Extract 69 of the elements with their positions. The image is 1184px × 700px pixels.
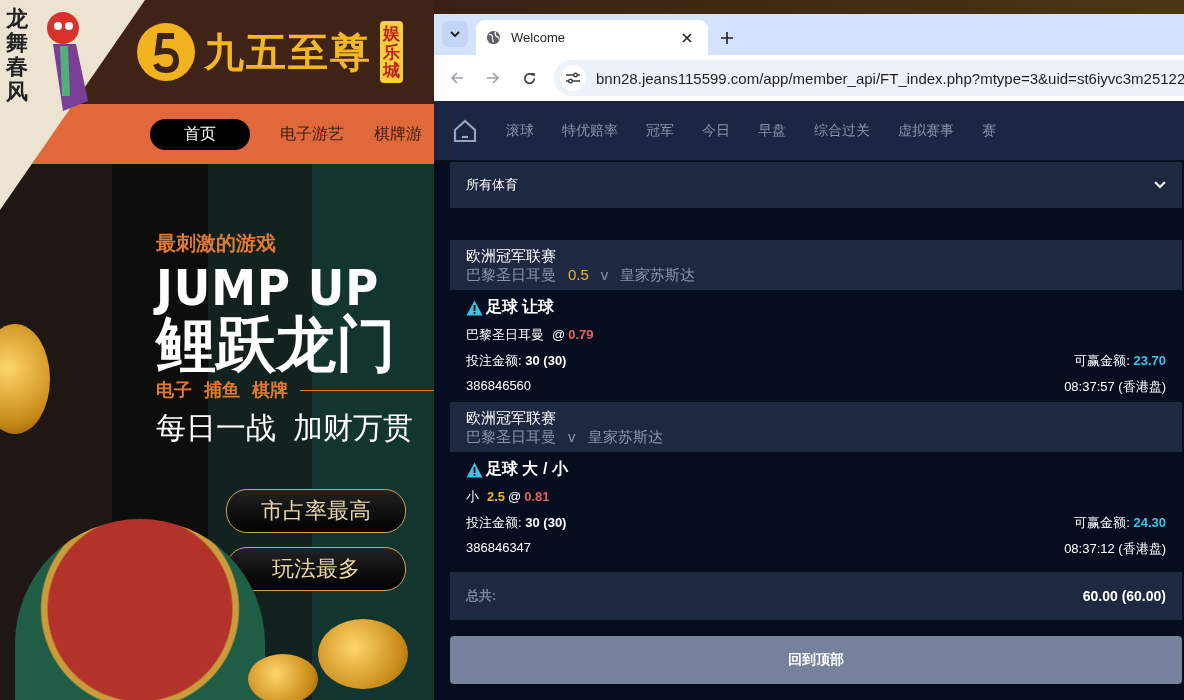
app-nav-item[interactable]: 虚拟赛事 [898, 121, 954, 140]
sport-select[interactable]: 所有体育 [450, 162, 1182, 208]
back-to-top-button[interactable]: 回到顶部 [450, 636, 1182, 684]
app-nav-item[interactable]: 综合过关 [814, 121, 870, 140]
warning-icon [466, 299, 483, 316]
team-name: 巴黎圣日耳曼 [466, 266, 556, 285]
home-icon[interactable] [452, 117, 478, 144]
banner-category: 捕鱼 [204, 379, 240, 402]
address-field[interactable]: bnn28.jeans115599.com/app/member_api/FT_index.php?mtype=3&uid=st6iyvc3m25122 [554, 60, 1184, 96]
banner-category: 电子 [156, 379, 192, 402]
league-name: 欧洲冠军联赛 [466, 247, 557, 266]
total-value: 60.00 (60.00) [1082, 588, 1166, 604]
reload-icon [521, 70, 537, 86]
bet-selection: 巴黎圣日耳曼 [466, 326, 544, 344]
bet-time: 08:37:12 (香港盘) [1064, 540, 1166, 558]
at-sign: @ [508, 489, 522, 504]
team-name: 皇家苏斯达 [587, 428, 663, 447]
versus-label: v [600, 266, 609, 285]
logo-icon [136, 22, 196, 82]
nav-item[interactable]: 首页 [150, 118, 250, 150]
bet-time: 08:37:57 (香港盘) [1064, 378, 1166, 396]
banner-category: 棋牌 [252, 379, 288, 402]
vertical-slogan: 龙舞春风 [6, 6, 28, 103]
team-name: 巴黎圣日耳曼 [466, 428, 556, 447]
warning-icon [466, 461, 483, 478]
market-name: 足球 让球 [486, 297, 555, 317]
stake-text: 投注金额: 30 (30) [466, 352, 567, 370]
market-name: 足球 大 / 小 [486, 459, 568, 479]
plus-icon [721, 32, 733, 44]
site-info-button[interactable] [560, 65, 586, 91]
league-name: 欧洲冠军联赛 [466, 409, 557, 428]
logo-badge: 娱乐城 [380, 20, 403, 84]
logo-name: 九五至尊 [204, 26, 372, 77]
nav-item[interactable]: 电子游艺 [280, 118, 344, 150]
app-nav-item[interactable]: 特优赔率 [562, 121, 618, 140]
win-amount-text: 可赢金额: 24.30 [1074, 514, 1166, 532]
app-nav-item[interactable]: 早盘 [758, 121, 786, 140]
bet-selection: 小 [466, 488, 479, 506]
app-nav-item[interactable]: 滚球 [506, 121, 534, 140]
arrow-left-icon [450, 71, 464, 85]
chevron-down-icon [450, 31, 460, 37]
globe-icon [486, 30, 501, 45]
tab-list-button[interactable] [442, 21, 468, 47]
app-nav-item[interactable]: 赛 [982, 121, 996, 140]
at-sign: @ [552, 327, 566, 342]
banner-button[interactable]: 市占率最高 [226, 489, 406, 533]
nav-item[interactable]: 棋牌游 [374, 118, 422, 150]
win-amount-text: 可赢金额: 23.70 [1074, 352, 1166, 370]
banner-slogan: 每日一战 加财万贯 [156, 410, 414, 446]
app-nav-item[interactable]: 今日 [702, 121, 730, 140]
banner-kicker: 最刺激的游戏 [156, 231, 277, 256]
total-label: 总共: [466, 587, 497, 605]
bet-line: 2.5 [487, 489, 506, 504]
handicap-line: 0.5 [568, 266, 589, 285]
app-nav-item[interactable]: 冠军 [646, 121, 674, 140]
ticket-number: 386846347 [466, 540, 532, 557]
sliders-icon [566, 72, 580, 84]
odds-value: 0.81 [524, 489, 550, 504]
team-name: 皇家苏斯达 [620, 266, 696, 285]
chevron-down-icon [1154, 181, 1166, 189]
versus-label: v [568, 428, 576, 447]
odds-value: 0.79 [568, 327, 594, 342]
close-icon [682, 32, 692, 43]
arrow-right-icon [486, 71, 500, 85]
url-text: bnn28.jeans115599.com/app/member_api/FT_index.php?mtype=3&uid=st6iyvc3m25122 [596, 69, 1184, 87]
ticket-number: 386846560 [466, 378, 532, 395]
browser-tab[interactable]: Welcome [476, 20, 708, 55]
tab-title: Welcome [511, 30, 566, 45]
stake-text: 投注金额: 30 (30) [466, 514, 567, 532]
